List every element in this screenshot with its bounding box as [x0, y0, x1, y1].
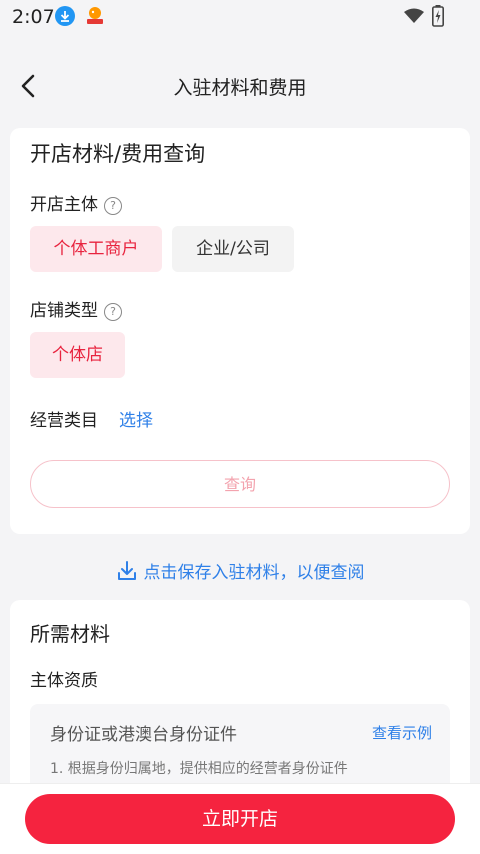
store-type-option-individual[interactable]: 个体店	[30, 332, 125, 378]
save-materials-label: 点击保存入驻材料，以便查阅	[143, 563, 365, 583]
app-notification-icon	[84, 5, 106, 27]
open-store-button[interactable]: 立即开店	[25, 794, 455, 844]
document-name: 身份证或港澳台身份证件	[50, 725, 237, 745]
page-title: 入驻材料和费用	[173, 77, 307, 99]
screen: 2:07 入驻材料和费用 开店材料/费用查询 开店主体? 个体工商户 企业/公司…	[0, 0, 480, 854]
entity-option-company[interactable]: 企业/公司	[172, 226, 294, 272]
entity-option-individual[interactable]: 个体工商户	[30, 226, 162, 272]
query-card-title: 开店材料/费用查询	[30, 142, 206, 166]
help-icon[interactable]: ?	[104, 197, 122, 215]
battery-icon	[432, 5, 444, 31]
save-materials-link[interactable]: 点击保存入驻材料，以便查阅	[0, 558, 480, 583]
header: 入驻材料和费用	[0, 60, 480, 112]
wifi-icon	[404, 8, 424, 28]
download-icon	[117, 561, 136, 580]
query-card: 开店材料/费用查询 开店主体? 个体工商户 企业/公司 店铺类型? 个体店 经营…	[10, 128, 470, 534]
category-select-link[interactable]: 选择	[119, 406, 153, 431]
status-time: 2:07	[12, 6, 55, 28]
status-bar: 2:07	[0, 0, 480, 34]
bottom-bar: 立即开店	[0, 783, 480, 854]
category-label: 经营类目	[30, 411, 98, 431]
materials-section-title: 主体资质	[30, 671, 98, 691]
query-button[interactable]: 查询	[30, 460, 450, 508]
store-type-label-row: 店铺类型?	[30, 296, 122, 321]
download-icon	[55, 6, 75, 26]
view-example-link[interactable]: 查看示例	[372, 722, 432, 743]
entity-label-row: 开店主体?	[30, 190, 122, 215]
entity-label: 开店主体	[30, 195, 98, 215]
store-type-label: 店铺类型	[30, 301, 98, 321]
materials-title: 所需材料	[30, 622, 110, 646]
document-description: 1. 根据身份归属地，提供相应的经营者身份证件	[50, 761, 348, 777]
help-icon[interactable]: ?	[104, 303, 122, 321]
